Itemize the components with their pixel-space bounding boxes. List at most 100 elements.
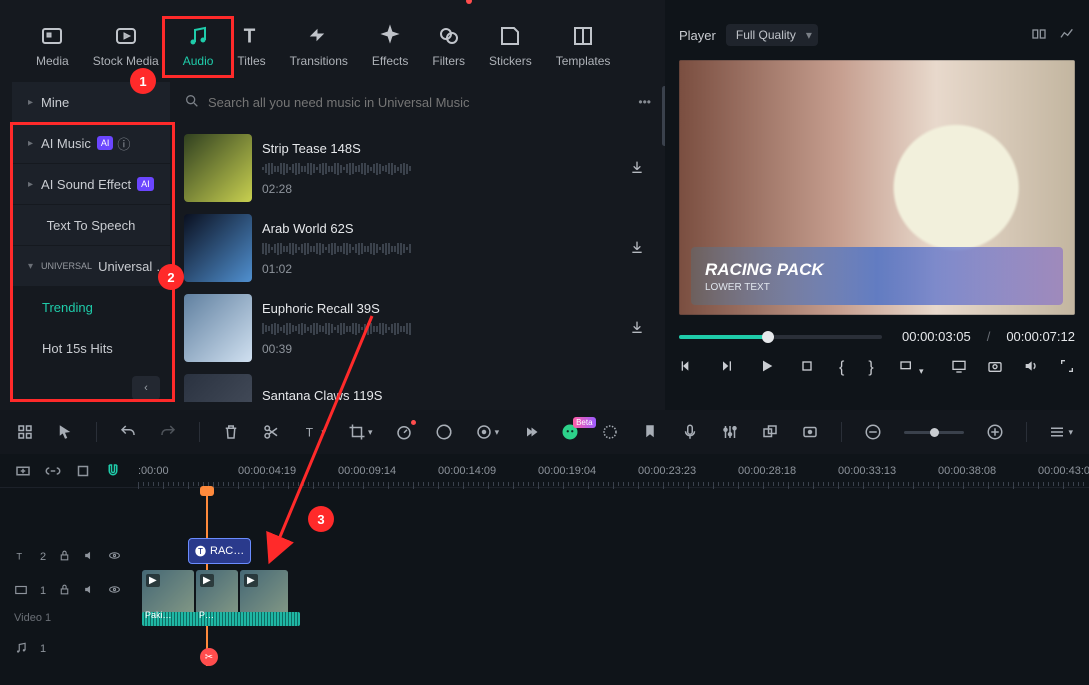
play-button[interactable] — [759, 358, 775, 377]
tab-effects[interactable]: Effects — [366, 20, 414, 72]
split-button[interactable] — [262, 423, 280, 441]
music-track-row[interactable]: Euphoric Recall 39S 00:39 — [184, 294, 651, 362]
display-button[interactable] — [951, 358, 967, 377]
magnet-button[interactable] — [104, 462, 122, 480]
step-forward-button[interactable] — [719, 358, 735, 377]
marker-button[interactable] — [641, 423, 659, 441]
select-tool[interactable] — [56, 423, 74, 441]
ruler-label: 00:00:38:08 — [938, 465, 996, 477]
text-tool[interactable]: T▾ — [302, 423, 327, 441]
tab-audio[interactable]: Audio — [177, 20, 220, 72]
ruler-label: :00:00 — [138, 465, 169, 477]
search-box — [184, 93, 626, 112]
track-thumbnail — [184, 134, 252, 202]
ai-assistant-button[interactable]: Beta — [561, 423, 579, 441]
chevron-right-icon: ▸ — [28, 97, 33, 108]
mute-icon[interactable] — [83, 583, 96, 599]
mark-out-button[interactable]: } — [868, 359, 873, 377]
sidebar-item-ai-music[interactable]: ▸ AI Music AI ⓘ — [12, 123, 170, 163]
tab-titles[interactable]: T Titles — [231, 20, 271, 72]
main-tabs: Media Stock Media Audio T Titles Transit… — [0, 0, 665, 72]
tab-transitions[interactable]: Transitions — [284, 20, 354, 72]
video-track-icon — [14, 583, 28, 600]
tab-stock-media[interactable]: Stock Media — [87, 20, 165, 72]
scope-icon[interactable] — [1059, 26, 1075, 45]
eye-icon[interactable] — [108, 583, 121, 599]
title-clip[interactable]: 🅣 RAC… — [188, 538, 251, 564]
volume-button[interactable] — [1023, 358, 1039, 377]
color-tool[interactable] — [435, 423, 453, 441]
music-track-row[interactable]: Arab World 62S 01:02 — [184, 214, 651, 282]
redo-button[interactable] — [159, 423, 177, 441]
stop-button[interactable] — [799, 358, 815, 377]
more-tools-button[interactable] — [521, 423, 539, 441]
sidebar-item-ai-sound[interactable]: ▸ AI Sound Effect AI — [12, 164, 170, 204]
ratio-button[interactable]: ▾ — [898, 358, 924, 377]
tab-filters[interactable]: Filters — [426, 20, 471, 72]
zoom-slider[interactable] — [904, 431, 964, 434]
sidebar-item-mine[interactable]: ▸ Mine — [12, 82, 170, 122]
voiceover-button[interactable] — [681, 423, 699, 441]
music-track-row[interactable]: Santana Claws 119S — [184, 374, 651, 402]
seek-bar[interactable] — [679, 335, 882, 339]
ai-badge: AI — [97, 136, 114, 150]
record-button[interactable] — [801, 423, 819, 441]
ruler-label: 00:00:43:04 — [1038, 465, 1089, 477]
quality-select[interactable]: Full Quality — [726, 24, 818, 46]
download-button[interactable] — [629, 319, 645, 338]
scrollbar[interactable] — [662, 86, 665, 146]
mute-icon[interactable] — [83, 549, 96, 565]
lock-icon[interactable] — [58, 583, 71, 599]
snapshot-button[interactable] — [987, 358, 1003, 377]
sidebar-item-trending[interactable]: Trending — [12, 287, 170, 327]
track-options-button[interactable]: ▾ — [1048, 423, 1073, 441]
speed-tool[interactable] — [395, 423, 413, 441]
collapse-sidebar-button[interactable]: ‹ — [132, 376, 160, 400]
more-button[interactable]: ••• — [638, 95, 651, 109]
beta-badge: Beta — [573, 417, 595, 428]
snap-button[interactable] — [74, 462, 92, 480]
waveform-icon — [262, 242, 629, 256]
tab-templates[interactable]: Templates — [550, 20, 617, 72]
sidebar-item-hot15s[interactable]: Hot 15s Hits — [12, 328, 170, 368]
tab-media[interactable]: Media — [30, 20, 75, 72]
ruler-label: 00:00:04:19 — [238, 465, 296, 477]
text-track-icon: T — [14, 549, 28, 566]
svg-text:T: T — [244, 26, 255, 46]
group-button[interactable] — [761, 423, 779, 441]
waveform-icon — [262, 162, 629, 176]
compare-icon[interactable] — [1031, 26, 1047, 45]
video-preview[interactable]: RACING PACK LOWER TEXT — [679, 60, 1075, 315]
audio-track-icon — [14, 641, 28, 658]
add-track-button[interactable] — [14, 462, 32, 480]
delete-button[interactable] — [222, 423, 240, 441]
keyframe-tool[interactable]: ▾ — [475, 423, 500, 441]
music-track-row[interactable]: Strip Tease 148S 02:28 — [184, 134, 651, 202]
sidebar-item-universal[interactable]: ▾ UNIVERSAL Universal … — [12, 246, 170, 286]
ruler-label: 00:00:09:14 — [338, 465, 396, 477]
grid-tool[interactable] — [16, 423, 34, 441]
eye-icon[interactable] — [108, 549, 121, 565]
undo-button[interactable] — [119, 423, 137, 441]
mixer-button[interactable] — [721, 423, 739, 441]
link-button[interactable] — [44, 462, 62, 480]
fullscreen-button[interactable] — [1059, 358, 1075, 377]
player-label: Player — [679, 28, 716, 43]
settings-button[interactable] — [601, 423, 619, 441]
crop-tool[interactable]: ▾ — [348, 423, 373, 441]
prev-frame-button[interactable] — [679, 358, 695, 377]
tab-stickers[interactable]: Stickers — [483, 20, 538, 72]
download-button[interactable] — [629, 239, 645, 258]
sidebar-item-tts[interactable]: Text To Speech — [12, 205, 170, 245]
search-input[interactable] — [200, 95, 626, 110]
chevron-right-icon: ▸ — [28, 179, 33, 190]
track-thumbnail — [184, 294, 252, 362]
lock-icon[interactable] — [58, 549, 71, 565]
zoom-out-button[interactable] — [864, 423, 882, 441]
time-total: 00:00:07:12 — [1006, 329, 1075, 344]
info-icon: ⓘ — [117, 134, 130, 153]
download-button[interactable] — [629, 159, 645, 178]
chevron-down-icon: ▾ — [28, 261, 33, 272]
zoom-in-button[interactable] — [986, 423, 1004, 441]
mark-in-button[interactable]: { — [839, 359, 844, 377]
